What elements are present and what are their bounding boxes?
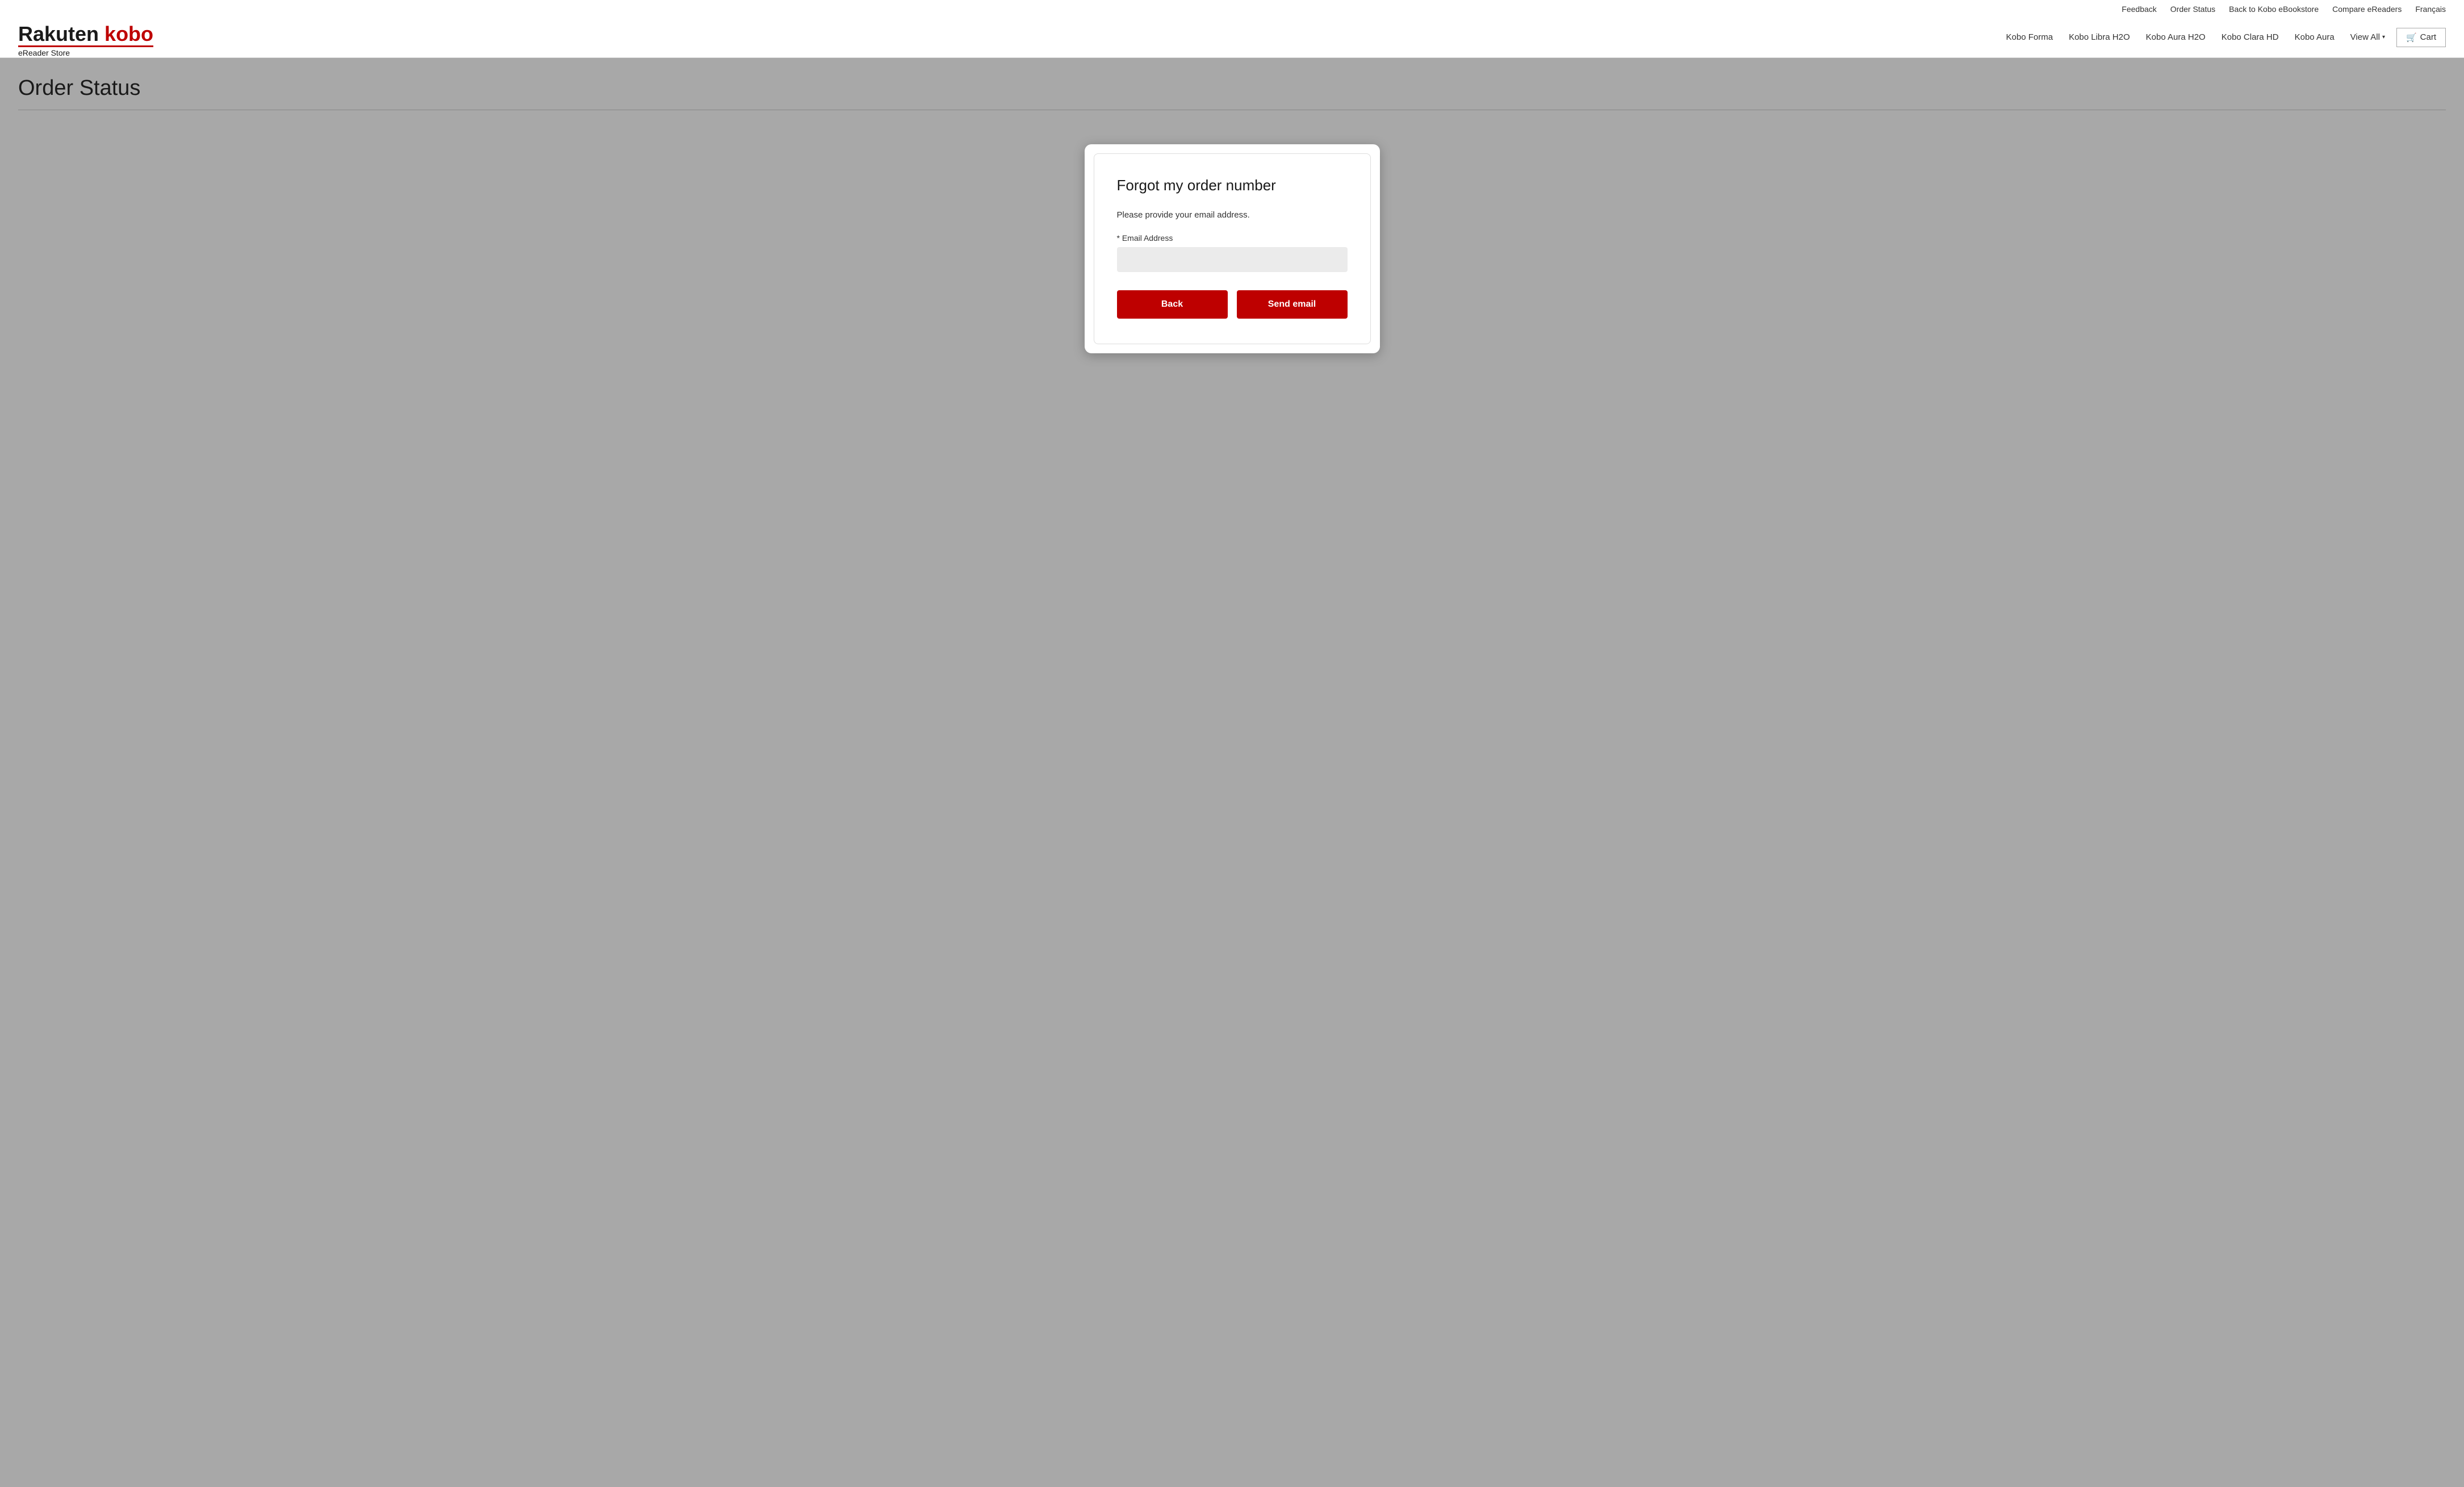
modal-buttons: Back Send email: [1117, 290, 1348, 319]
feedback-link[interactable]: Feedback: [2122, 5, 2156, 14]
cart-label: Cart: [2420, 32, 2436, 42]
modal-description: Please provide your email address.: [1117, 210, 1348, 220]
logo-subtitle: eReader Store: [18, 48, 153, 57]
cart-icon: 🛒: [2406, 32, 2417, 43]
nav-right: Kobo Forma Kobo Libra H2O Kobo Aura H2O …: [2006, 28, 2446, 54]
nav-menu: Kobo Forma Kobo Libra H2O Kobo Aura H2O …: [2006, 32, 2385, 49]
back-button[interactable]: Back: [1117, 290, 1228, 319]
order-status-link[interactable]: Order Status: [2170, 5, 2215, 14]
email-input[interactable]: [1117, 247, 1348, 272]
page-content: Order Status Forgot my order number Plea…: [0, 58, 2464, 1471]
modal-title: Forgot my order number: [1117, 177, 1348, 194]
nav-kobo-forma[interactable]: Kobo Forma: [2006, 32, 2053, 42]
back-to-kobo-link[interactable]: Back to Kobo eBookstore: [2229, 5, 2319, 14]
view-all-label: View All: [2350, 32, 2380, 42]
nav-kobo-clara[interactable]: Kobo Clara HD: [2222, 32, 2279, 42]
compare-ereaders-link[interactable]: Compare eReaders: [2332, 5, 2402, 14]
chevron-down-icon: ▾: [2382, 34, 2385, 40]
francais-link[interactable]: Français: [2415, 5, 2446, 14]
view-all-button[interactable]: View All ▾: [2350, 32, 2385, 42]
send-email-button[interactable]: Send email: [1237, 290, 1348, 319]
logo-underline: [18, 45, 153, 47]
modal-outer: Forgot my order number Please provide yo…: [1085, 144, 1380, 353]
nav-kobo-libra[interactable]: Kobo Libra H2O: [2069, 32, 2130, 42]
nav-kobo-aura-h2o[interactable]: Kobo Aura H2O: [2146, 32, 2206, 42]
email-label: * Email Address: [1117, 233, 1348, 243]
nav-kobo-aura[interactable]: Kobo Aura: [2295, 32, 2335, 42]
modal-wrapper: Forgot my order number Please provide yo…: [18, 133, 2446, 353]
top-bar: Feedback Order Status Back to Kobo eBook…: [0, 0, 2464, 18]
cart-button[interactable]: 🛒 Cart: [2396, 28, 2446, 47]
page-title: Order Status: [18, 76, 2446, 101]
rakuten-text: Rakuten kobo: [18, 22, 153, 45]
email-form-group: * Email Address: [1117, 233, 1348, 272]
modal-inner: Forgot my order number Please provide yo…: [1094, 153, 1371, 344]
main-header: Rakuten kobo eReader Store Kobo Forma Ko…: [0, 18, 2464, 57]
logo[interactable]: Rakuten kobo eReader Store: [18, 24, 153, 57]
logo-text: Rakuten kobo: [18, 24, 153, 44]
page-title-bar: Order Status: [18, 76, 2446, 110]
